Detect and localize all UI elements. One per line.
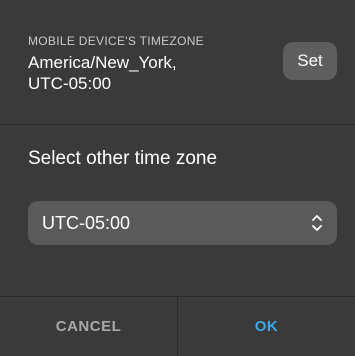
device-timezone-name: America/New_York,: [28, 53, 177, 72]
timezone-dialog: MOBILE DEVICE'S TIMEZONE America/New_Yor…: [0, 0, 355, 356]
ok-button[interactable]: OK: [178, 297, 355, 356]
cancel-button[interactable]: CANCEL: [0, 297, 178, 356]
chevron-up-down-icon: [312, 215, 322, 231]
dialog-footer: CANCEL OK: [0, 296, 355, 356]
device-timezone-value: America/New_York, UTC-05:00: [28, 52, 177, 94]
device-timezone-caption: MOBILE DEVICE'S TIMEZONE: [28, 34, 204, 48]
set-button[interactable]: Set: [283, 42, 337, 80]
select-timezone-heading: Select other time zone: [28, 148, 218, 169]
device-timezone-offset: UTC-05:00: [28, 74, 112, 93]
timezone-select-value: UTC-05:00: [42, 213, 131, 233]
device-timezone-section: MOBILE DEVICE'S TIMEZONE America/New_Yor…: [0, 0, 355, 124]
timezone-select[interactable]: UTC-05:00: [28, 201, 337, 245]
divider: [0, 124, 355, 125]
